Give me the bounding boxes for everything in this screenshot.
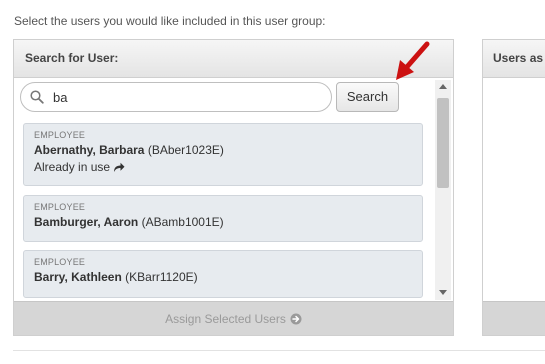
divider — [13, 350, 545, 351]
user-id: (BAber1023E) — [147, 143, 224, 157]
search-icon — [30, 90, 44, 104]
scroll-thumb[interactable] — [437, 98, 449, 188]
red-annotation-arrow-icon — [392, 40, 432, 89]
user-name: Barry, Kathleen — [34, 270, 122, 284]
assigned-panel-footer — [483, 301, 545, 335]
assign-label: Assign Selected Users — [165, 312, 286, 326]
user-id: (KBarr1120E) — [125, 270, 198, 284]
user-type: EMPLOYEE — [34, 130, 86, 140]
list-item[interactable]: EMPLOYEE Abernathy, Barbara (BAber1023E)… — [23, 123, 423, 186]
search-for-user-panel: Search for User: Search EMPLOYEE Abernat… — [13, 39, 454, 336]
search-panel-title: Search for User: — [14, 40, 453, 78]
list-item[interactable]: EMPLOYEE Bamburger, Aaron (ABamb1001E) — [23, 195, 423, 242]
instruction-text: Select the users you would like included… — [14, 14, 326, 28]
search-button[interactable]: Search — [336, 82, 399, 112]
user-status: Already in use — [34, 160, 111, 174]
user-type: EMPLOYEE — [34, 202, 86, 212]
scroll-down-icon[interactable] — [439, 290, 447, 295]
user-name: Abernathy, Barbara — [34, 143, 145, 157]
scroll-up-icon[interactable] — [439, 84, 447, 89]
results-list: EMPLOYEE Abernathy, Barbara (BAber1023E)… — [22, 123, 434, 299]
user-name-line: Abernathy, Barbara (BAber1023E) — [34, 143, 412, 157]
user-id: (ABamb1001E) — [141, 215, 224, 229]
search-input[interactable] — [53, 87, 313, 107]
list-item[interactable]: EMPLOYEE Barry, Kathleen (KBarr1120E) — [23, 250, 423, 298]
search-box[interactable] — [20, 82, 332, 112]
user-status-line: Already in use — [34, 160, 412, 176]
user-name-line: Barry, Kathleen (KBarr1120E) — [34, 270, 412, 284]
assign-selected-users-button[interactable]: Assign Selected Users — [14, 301, 453, 335]
assigned-panel-title: Users as — [483, 40, 545, 78]
user-name-line: Bamburger, Aaron (ABamb1001E) — [34, 215, 412, 229]
share-arrow-icon — [113, 162, 125, 176]
results-scrollbar[interactable] — [435, 80, 451, 300]
user-name: Bamburger, Aaron — [34, 215, 139, 229]
users-assigned-panel: Users as — [482, 39, 545, 336]
arrow-circle-right-icon — [290, 304, 302, 338]
user-type: EMPLOYEE — [34, 257, 86, 267]
